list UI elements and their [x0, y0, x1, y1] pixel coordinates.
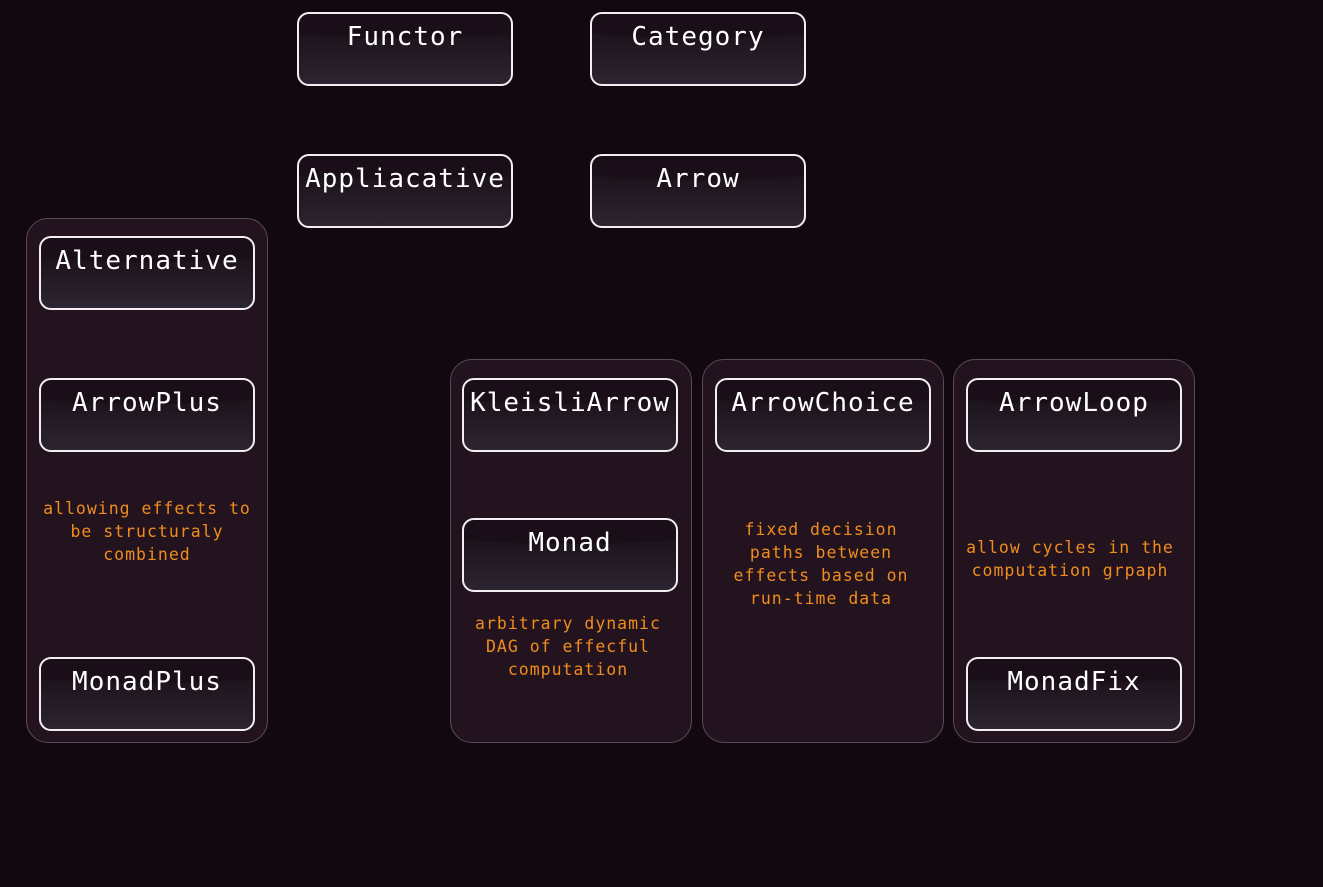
arrow-plus-node: ArrowPlus	[39, 378, 255, 452]
monad-fix-node: MonadFix	[966, 657, 1182, 731]
monad-node: Monad	[462, 518, 678, 592]
functor-node: Functor	[297, 12, 513, 86]
alternative-group-note: allowing effects to be structuraly combi…	[43, 499, 251, 564]
alternative-node: Alternative	[39, 236, 255, 310]
arrow-loop-node: ArrowLoop	[966, 378, 1182, 452]
monad-plus-node: MonadPlus	[39, 657, 255, 731]
kleisli-arrow-node: KleisliArrow	[462, 378, 678, 452]
arrow-choice-group-note: fixed decision paths between effects bas…	[733, 520, 909, 608]
applicative-node: Appliacative	[297, 154, 513, 228]
kleisli-group-note: arbitrary dynamic DAG of effecful comput…	[475, 614, 661, 679]
category-node: Category	[590, 12, 806, 86]
arrow-choice-node: ArrowChoice	[715, 378, 931, 452]
arrow-node: Arrow	[590, 154, 806, 228]
arrow-loop-group-note: allow cycles in the computation grpaph	[966, 538, 1174, 580]
